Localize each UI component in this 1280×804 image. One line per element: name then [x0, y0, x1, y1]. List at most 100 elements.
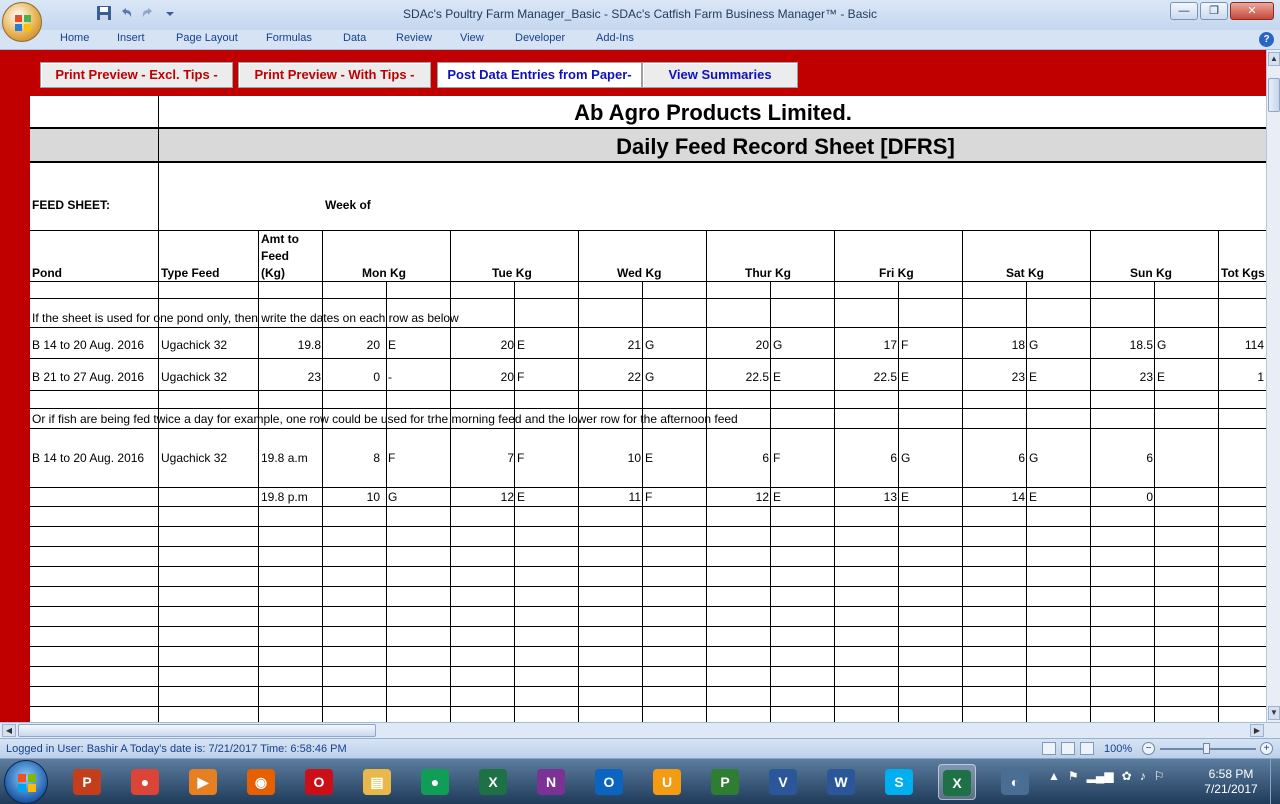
- table-cell-total: 1: [1257, 370, 1264, 384]
- close-button[interactable]: ✕: [1230, 2, 1274, 20]
- table-cell-kg: 22.5: [745, 370, 769, 384]
- grid-line: [30, 408, 1266, 409]
- vertical-scrollbar[interactable]: ▲ ▼: [1266, 50, 1280, 722]
- zoom-slider-thumb[interactable]: [1203, 743, 1210, 754]
- table-cell-kg: 18: [1011, 338, 1025, 352]
- table-cell-grade: E: [645, 451, 654, 465]
- action-center-icon[interactable]: ⚑: [1068, 769, 1079, 783]
- page-break-view-icon[interactable]: [1080, 742, 1094, 755]
- grid-line: [30, 546, 1266, 547]
- window-title: SDAc's Poultry Farm Manager_Basic - SDAc…: [402, 7, 878, 21]
- scroll-down-icon[interactable]: ▼: [1268, 706, 1280, 720]
- tab-add-ins[interactable]: Add-Ins: [596, 32, 634, 44]
- word-icon[interactable]: W: [822, 764, 860, 800]
- project-icon[interactable]: P: [706, 764, 744, 800]
- zoom-out-button[interactable]: −: [1142, 742, 1155, 755]
- flag-icon[interactable]: ⚐: [1154, 769, 1165, 783]
- table-cell-kg: 6: [762, 451, 769, 465]
- table-cell-kg: 17: [883, 338, 897, 352]
- volume-icon[interactable]: ♪: [1140, 769, 1146, 783]
- table-cell-amt: 23: [307, 370, 321, 384]
- horizontal-scroll-thumb[interactable]: [18, 724, 376, 737]
- table-cell-grade: E: [1029, 490, 1038, 504]
- office-button[interactable]: [2, 2, 42, 42]
- uc-browser-icon[interactable]: U: [648, 764, 686, 800]
- sheet-title: Daily Feed Record Sheet [DFRS]: [616, 134, 955, 159]
- table-cell-kg: 18.5: [1129, 338, 1153, 352]
- minimize-button[interactable]: —: [1170, 2, 1198, 20]
- show-hidden-icons-icon[interactable]: ▲: [1048, 769, 1060, 783]
- grid-line: [30, 606, 1266, 607]
- skype-icon[interactable]: S: [880, 764, 918, 800]
- unknown-app-icon[interactable]: ◐: [996, 764, 1034, 800]
- horizontal-scrollbar[interactable]: ◀ ▶: [0, 722, 1280, 738]
- table-cell-grade: G: [645, 370, 655, 384]
- table-cell-grade: G: [645, 338, 655, 352]
- table-cell-pond: B 14 to 20 Aug. 2016: [32, 338, 145, 352]
- status-text: Logged in User: Bashir A Today's date is…: [6, 743, 347, 755]
- tab-data[interactable]: Data: [343, 32, 366, 44]
- tab-view[interactable]: View: [460, 32, 484, 44]
- table-cell-kg: 12: [755, 490, 769, 504]
- grid-line: [642, 281, 643, 722]
- office-logo-icon: [15, 15, 31, 31]
- zoom-level[interactable]: 100%: [1104, 743, 1132, 755]
- excel-active-icon[interactable]: X: [938, 764, 976, 800]
- grid-line: [30, 506, 1266, 507]
- zoom-in-button[interactable]: +: [1260, 742, 1273, 755]
- security-icon[interactable]: ✿: [1122, 769, 1132, 783]
- header-sat: Sat Kg: [1006, 266, 1045, 280]
- grid-line: [962, 230, 963, 722]
- tab-page-layout[interactable]: Page Layout: [176, 32, 238, 44]
- macro-button-bar: Print Preview - Excl. Tips - Print Previ…: [0, 50, 1266, 96]
- onenote-icon[interactable]: N: [532, 764, 570, 800]
- print-preview-excl-tips-button[interactable]: Print Preview - Excl. Tips -: [40, 62, 233, 88]
- start-button[interactable]: [4, 760, 48, 804]
- clock[interactable]: 6:58 PM 7/21/2017: [1196, 767, 1266, 797]
- table-cell-kg: 11: [628, 490, 641, 504]
- print-preview-with-tips-button[interactable]: Print Preview - With Tips -: [238, 62, 431, 88]
- tab-formulas[interactable]: Formulas: [266, 32, 312, 44]
- outlook-icon[interactable]: O: [590, 764, 628, 800]
- table-cell-kg: 20: [755, 338, 769, 352]
- opera-icon[interactable]: O: [300, 764, 338, 800]
- firefox-icon-glyph: ◉: [247, 769, 275, 795]
- tab-review[interactable]: Review: [396, 32, 432, 44]
- grid-line: [322, 230, 323, 722]
- page-layout-view-icon[interactable]: [1061, 742, 1075, 755]
- table-cell-grade: E: [517, 490, 526, 504]
- chrome-icon-2[interactable]: ●: [416, 764, 454, 800]
- scroll-right-icon[interactable]: ▶: [1250, 724, 1264, 737]
- table-cell-kg: 6: [1018, 451, 1025, 465]
- media-player-icon[interactable]: ▶: [184, 764, 222, 800]
- header-wed: Wed Kg: [617, 266, 662, 280]
- scroll-up-icon[interactable]: ▲: [1268, 52, 1280, 66]
- network-signal-icon[interactable]: ▂▄▆: [1087, 769, 1114, 783]
- chrome-icon[interactable]: ●: [126, 764, 164, 800]
- vertical-scroll-thumb[interactable]: [1268, 78, 1280, 112]
- table-cell-grade: G: [1029, 338, 1039, 352]
- scroll-left-icon[interactable]: ◀: [2, 724, 16, 737]
- tab-insert[interactable]: Insert: [117, 32, 145, 44]
- normal-view-icon[interactable]: [1042, 742, 1056, 755]
- worksheet[interactable]: Ab Agro Products Limited. Daily Feed Rec…: [30, 96, 1266, 722]
- table-cell-kg: 20: [500, 338, 514, 352]
- show-desktop-button[interactable]: [1270, 759, 1280, 804]
- excel-icon[interactable]: X: [474, 764, 512, 800]
- header-amt-line1: Amt to: [261, 232, 299, 246]
- restore-button[interactable]: ❐: [1200, 2, 1228, 20]
- tab-home[interactable]: Home: [60, 32, 89, 44]
- grid-line: [30, 298, 1266, 299]
- grid-line: [834, 230, 835, 722]
- visio-icon[interactable]: V: [764, 764, 802, 800]
- table-cell-kg: 21: [627, 338, 641, 352]
- opera-icon-glyph: O: [305, 769, 333, 795]
- powerpoint-icon[interactable]: P: [68, 764, 106, 800]
- help-icon[interactable]: ?: [1259, 32, 1274, 47]
- header-mon: Mon Kg: [362, 266, 406, 280]
- tab-developer[interactable]: Developer: [515, 32, 565, 44]
- file-explorer-icon[interactable]: ▤: [358, 764, 396, 800]
- view-summaries-button[interactable]: View Summaries: [642, 62, 798, 88]
- firefox-icon[interactable]: ◉: [242, 764, 280, 800]
- post-data-entries-button[interactable]: Post Data Entries from Paper-: [437, 62, 642, 88]
